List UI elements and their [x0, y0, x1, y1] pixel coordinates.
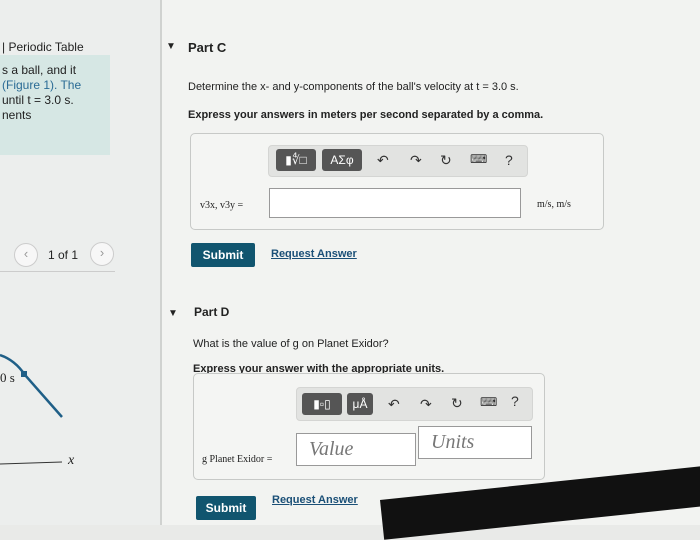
- greek-symbols-button[interactable]: ΑΣφ: [322, 149, 362, 171]
- figure-trajectory: [0, 353, 63, 465]
- trajectory-curve: [0, 353, 63, 418]
- collapse-part-c-icon[interactable]: ▼: [166, 41, 176, 52]
- part-c-submit-button[interactable]: Submit: [191, 243, 255, 267]
- intro-line: nents: [2, 108, 32, 122]
- pager-text: 1 of 1: [48, 248, 79, 262]
- units-button[interactable]: μÅ: [347, 393, 373, 415]
- periodic-table-link[interactable]: | Periodic Table: [2, 40, 84, 54]
- figure-link[interactable]: (Figure 1). The: [2, 78, 110, 93]
- problem-intro: s a ball, and it (Figure 1). The until t…: [0, 55, 110, 155]
- keyboard-icon[interactable]: ⌨: [480, 395, 497, 409]
- templates-button[interactable]: ▮▫▯: [302, 393, 342, 415]
- time-label: 0 s: [0, 370, 15, 385]
- keyboard-icon[interactable]: ⌨: [470, 152, 487, 166]
- collapse-part-d-icon[interactable]: ▼: [168, 308, 178, 319]
- value-input[interactable]: Value: [296, 433, 416, 466]
- prev-figure-button[interactable]: ‹: [14, 243, 38, 267]
- part-d-submit-button[interactable]: Submit: [196, 496, 256, 520]
- intro-line: until t = 3.0 s.: [2, 93, 74, 107]
- x-axis: [0, 461, 63, 465]
- reset-icon[interactable]: ↻: [440, 152, 452, 169]
- part-d-question: What is the value of g on Planet Exidor?: [193, 338, 389, 350]
- x-axis-label: x: [68, 453, 75, 468]
- next-figure-button[interactable]: ›: [90, 242, 114, 266]
- templates-button[interactable]: ▮∜□: [276, 149, 316, 171]
- answer-label: g Planet Exidor =: [202, 454, 273, 465]
- velocity-input[interactable]: [269, 188, 521, 218]
- part-c-question: Determine the x- and y-components of the…: [188, 81, 519, 93]
- intro-line: s a ball, and it: [2, 63, 77, 77]
- answer-label: v3x, v3y =: [200, 200, 244, 211]
- help-button[interactable]: ?: [511, 393, 519, 409]
- help-button[interactable]: ?: [505, 152, 513, 168]
- units-input[interactable]: Units: [418, 426, 532, 459]
- undo-icon[interactable]: ↶: [377, 152, 389, 169]
- units-label: m/s, m/s: [537, 199, 571, 210]
- redo-icon[interactable]: ↷: [410, 152, 422, 169]
- part-c-request-answer-link[interactable]: Request Answer: [271, 248, 357, 260]
- redo-icon[interactable]: ↷: [420, 396, 432, 413]
- part-d-title: Part D: [194, 305, 230, 319]
- ball-marker: [21, 371, 27, 377]
- periodic-table-label: Periodic Table: [8, 40, 84, 54]
- undo-icon[interactable]: ↶: [388, 396, 400, 413]
- divider: [0, 271, 115, 272]
- reset-icon[interactable]: ↻: [451, 395, 463, 412]
- part-c-title: Part C: [188, 40, 227, 55]
- part-d-request-answer-link[interactable]: Request Answer: [272, 494, 358, 506]
- part-c-instruction: Express your answers in meters per secon…: [188, 109, 544, 121]
